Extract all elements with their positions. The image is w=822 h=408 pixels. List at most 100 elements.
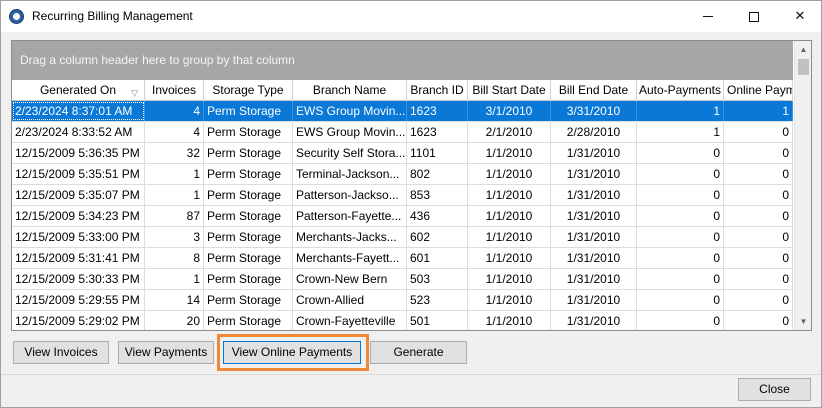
cell-storage-type: Perm Storage [204, 269, 293, 289]
maximize-button[interactable] [731, 1, 777, 32]
billing-grid[interactable]: Drag a column header here to group by th… [11, 40, 812, 331]
cell-storage-type: Perm Storage [204, 206, 293, 226]
sort-indicator-icon: ▽ [131, 88, 138, 98]
cell-bill-end-date: 2/28/2010 [551, 122, 637, 142]
cell-bill-end-date: 1/31/2010 [551, 206, 637, 226]
cell-auto-payments: 0 [637, 311, 724, 330]
cell-branch-id: 601 [407, 248, 468, 268]
cell-online-payments: 0 [724, 269, 793, 289]
cell-auto-payments: 0 [637, 164, 724, 184]
vertical-scrollbar[interactable]: ▲ ▼ [794, 41, 811, 330]
close-button[interactable]: Close [738, 378, 811, 401]
cell-generated-on: 12/15/2009 5:29:02 PM [12, 311, 145, 330]
column-header-bill-start-date[interactable]: Bill Start Date [468, 80, 551, 101]
cell-bill-start-date: 1/1/2010 [468, 164, 551, 184]
cell-branch-name: Merchants-Jacks... [293, 227, 407, 247]
window-title: Recurring Billing Management [32, 9, 193, 23]
minimize-button[interactable] [685, 1, 731, 32]
close-icon: ✕ [794, 9, 806, 24]
cell-branch-name: Terminal-Jackson... [293, 164, 407, 184]
column-header-invoices[interactable]: Invoices [145, 80, 204, 101]
cell-online-payments: 0 [724, 185, 793, 205]
column-header-label: Branch Name [312, 83, 387, 97]
scroll-up-icon[interactable]: ▲ [795, 41, 811, 58]
table-row[interactable]: 12/15/2009 5:29:55 PM 14 Perm Storage Crown… [12, 290, 793, 311]
column-header-label: Bill End Date [558, 83, 629, 97]
grid-header-row: Generated On ▽ Invoices Storage Type Bra… [12, 80, 793, 101]
cell-bill-start-date: 1/1/2010 [468, 290, 551, 310]
column-header-branch-name[interactable]: Branch Name [293, 80, 407, 101]
cell-invoices: 32 [145, 143, 204, 163]
table-row[interactable]: 12/15/2009 5:35:51 PM 1 Perm Storage Termin… [12, 164, 793, 185]
cell-branch-name: EWS Group Movin... [293, 101, 407, 121]
cell-generated-on: 12/15/2009 5:36:35 PM [12, 143, 145, 163]
column-header-label: Storage Type [212, 83, 284, 97]
table-row[interactable]: 2/23/2024 8:33:52 AM 4 Perm Storage EWS Gro… [12, 122, 793, 143]
cell-branch-id: 436 [407, 206, 468, 226]
cell-branch-name: Crown-Allied [293, 290, 407, 310]
cell-bill-start-date: 1/1/2010 [468, 227, 551, 247]
cell-online-payments: 0 [724, 290, 793, 310]
table-row[interactable]: 12/15/2009 5:34:23 PM 87 Perm Storage Patte… [12, 206, 793, 227]
cell-bill-start-date: 1/1/2010 [468, 206, 551, 226]
cell-invoices: 20 [145, 311, 204, 330]
recurring-billing-window: Recurring Billing Management ✕ Drag a co… [0, 0, 822, 408]
group-by-panel[interactable]: Drag a column header here to group by th… [12, 41, 793, 80]
cell-online-payments: 0 [724, 143, 793, 163]
title-bar[interactable]: Recurring Billing Management ✕ [1, 1, 821, 32]
cell-branch-id: 602 [407, 227, 468, 247]
column-header-bill-end-date[interactable]: Bill End Date [551, 80, 637, 101]
cell-storage-type: Perm Storage [204, 101, 293, 121]
generate-button[interactable]: Generate [370, 341, 467, 364]
cell-generated-on: 12/15/2009 5:35:07 PM [12, 185, 145, 205]
scroll-down-icon[interactable]: ▼ [795, 313, 811, 330]
cell-storage-type: Perm Storage [204, 122, 293, 142]
cell-invoices: 87 [145, 206, 204, 226]
cell-generated-on: 12/15/2009 5:30:33 PM [12, 269, 145, 289]
cell-branch-name: Patterson-Jackso... [293, 185, 407, 205]
column-header-online-payments[interactable]: Online Paym [724, 80, 793, 101]
cell-bill-start-date: 1/1/2010 [468, 185, 551, 205]
cell-bill-end-date: 1/31/2010 [551, 164, 637, 184]
cell-branch-name: Crown-New Bern [293, 269, 407, 289]
table-row[interactable]: 12/15/2009 5:36:35 PM 32 Perm Storage Secur… [12, 143, 793, 164]
view-payments-button[interactable]: View Payments [118, 341, 214, 364]
maximize-icon [749, 11, 759, 22]
column-header-label: Bill Start Date [472, 83, 546, 97]
cell-branch-id: 853 [407, 185, 468, 205]
column-header-storage-type[interactable]: Storage Type [204, 80, 293, 101]
cell-branch-id: 503 [407, 269, 468, 289]
cell-auto-payments: 0 [637, 290, 724, 310]
column-header-label: Invoices [151, 83, 197, 97]
cell-bill-start-date: 1/1/2010 [468, 143, 551, 163]
table-row[interactable]: 12/15/2009 5:35:07 PM 1 Perm Storage Patter… [12, 185, 793, 206]
table-row[interactable]: 2/23/2024 8:37:01 AM 4 Perm Storage EWS Gro… [12, 101, 793, 122]
cell-online-payments: 0 [724, 122, 793, 142]
view-online-payments-button[interactable]: View Online Payments [223, 341, 361, 364]
cell-bill-end-date: 1/31/2010 [551, 248, 637, 268]
cell-online-payments: 1 [724, 101, 793, 121]
cell-storage-type: Perm Storage [204, 248, 293, 268]
cell-storage-type: Perm Storage [204, 290, 293, 310]
column-header-auto-payments[interactable]: Auto-Payments [637, 80, 724, 101]
cell-bill-end-date: 1/31/2010 [551, 290, 637, 310]
close-window-button[interactable]: ✕ [777, 1, 822, 32]
column-header-branch-id[interactable]: Branch ID [407, 80, 468, 101]
table-row[interactable]: 12/15/2009 5:33:00 PM 3 Perm Storage Mercha… [12, 227, 793, 248]
cell-invoices: 14 [145, 290, 204, 310]
scroll-thumb[interactable] [798, 59, 809, 75]
cell-branch-name: Crown-Fayetteville [293, 311, 407, 330]
cell-online-payments: 0 [724, 227, 793, 247]
table-row[interactable]: 12/15/2009 5:31:41 PM 8 Perm Storage Mercha… [12, 248, 793, 269]
cell-bill-start-date: 3/1/2010 [468, 101, 551, 121]
column-header-generated-on[interactable]: Generated On ▽ [12, 80, 145, 101]
table-row[interactable]: 12/15/2009 5:30:33 PM 1 Perm Storage Crown-… [12, 269, 793, 290]
cell-invoices: 4 [145, 122, 204, 142]
cell-storage-type: Perm Storage [204, 143, 293, 163]
cell-generated-on: 12/15/2009 5:35:51 PM [12, 164, 145, 184]
column-header-label: Online Paym [727, 83, 793, 97]
view-invoices-button[interactable]: View Invoices [13, 341, 109, 364]
cell-branch-name: Merchants-Fayett... [293, 248, 407, 268]
table-row[interactable]: 12/15/2009 5:29:02 PM 20 Perm Storage Crown… [12, 311, 793, 330]
minimize-icon [703, 16, 713, 17]
